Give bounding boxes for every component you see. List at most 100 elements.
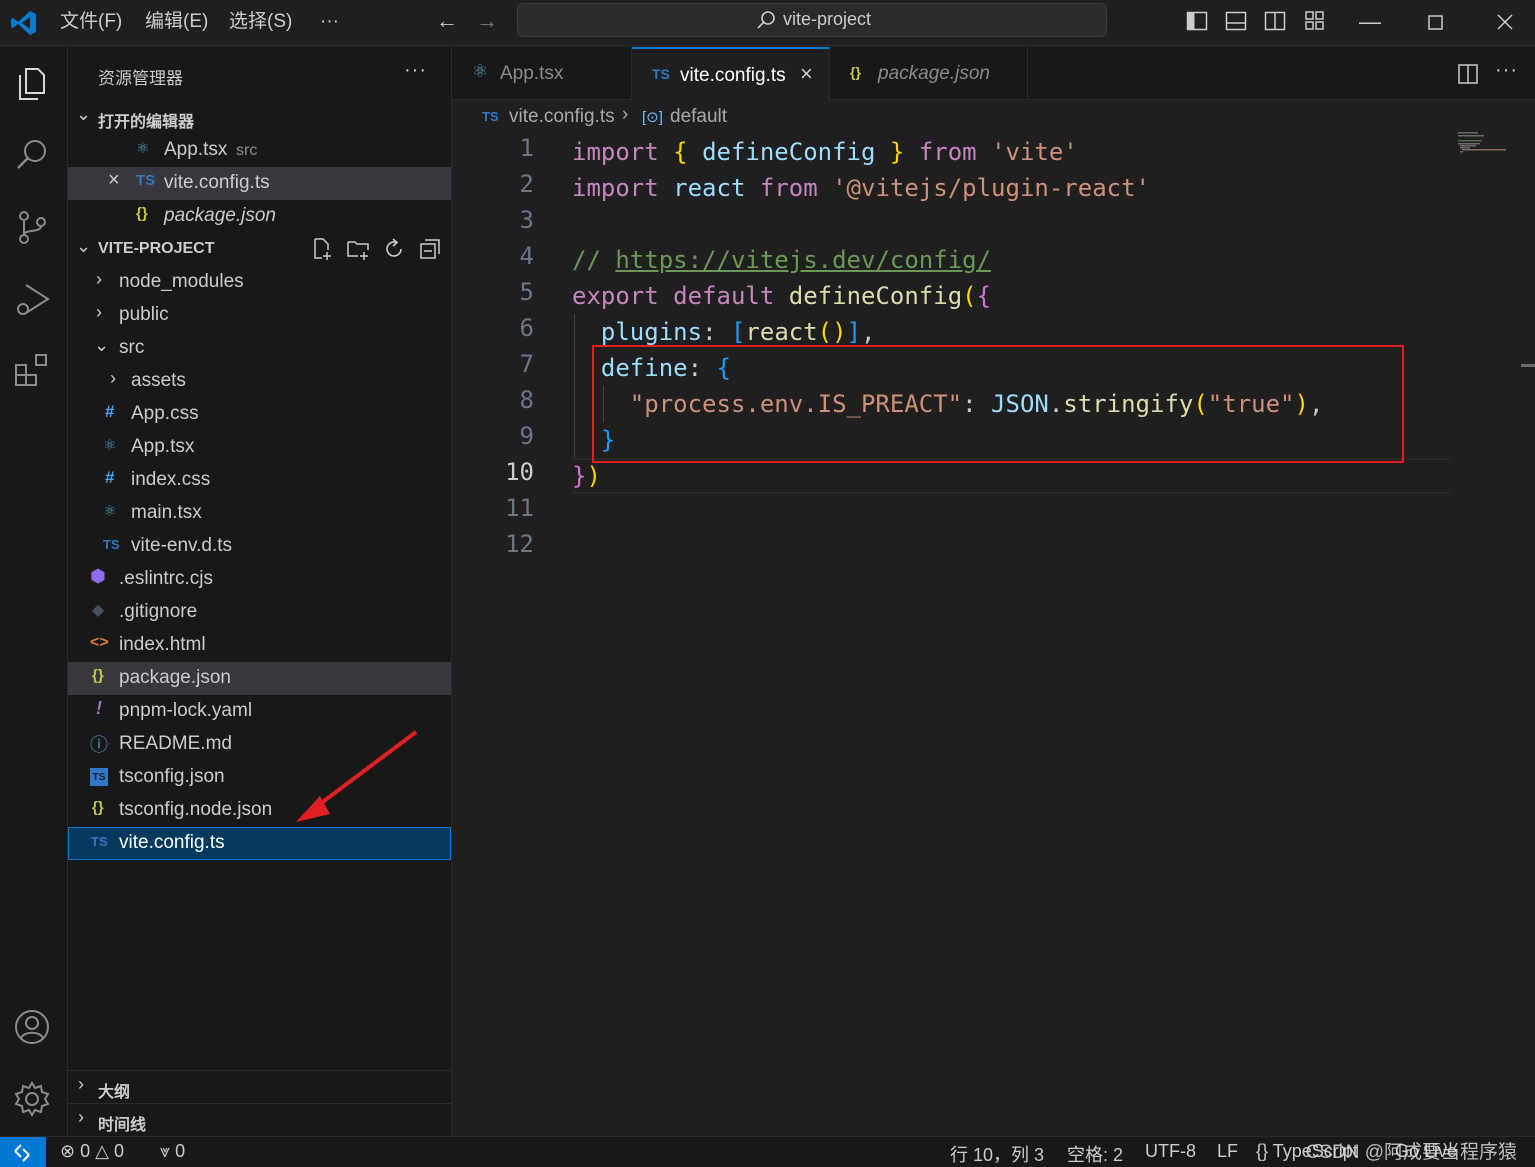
tree-label: README.md [119, 733, 232, 754]
tree-label: vite.config.ts [119, 832, 225, 853]
tab-label: vite.config.ts [680, 65, 786, 86]
breadcrumb-symbol[interactable]: default [670, 106, 727, 128]
tree-file[interactable]: ! pnpm-lock.yaml [68, 695, 451, 728]
tree-label: .eslintrc.cjs [119, 568, 213, 589]
react-icon: ⚛ [103, 503, 117, 520]
tree-file-selected[interactable]: TS vite.config.ts [68, 827, 451, 860]
menu-file[interactable]: 文件(F) [60, 0, 122, 46]
comment-link[interactable]: https://vitejs.dev/config/ [615, 246, 991, 274]
project-header[interactable]: ⌄ VITE-PROJECT [68, 233, 451, 266]
tree-folder[interactable]: › assets [68, 365, 451, 398]
collapse-all-icon[interactable] [418, 237, 442, 261]
manage-gear-icon[interactable] [12, 1079, 52, 1119]
tree-file[interactable]: ⬢ .eslintrc.cjs [68, 563, 451, 596]
close-window-icon[interactable] [1493, 10, 1517, 34]
customize-layout-icon[interactable] [1304, 10, 1326, 32]
tree-file[interactable]: ⚛ App.tsx [68, 431, 451, 464]
open-editor-item[interactable]: ⚛ App.tsx src [68, 134, 451, 167]
chevron-right-icon: › [96, 302, 102, 322]
open-editors-header[interactable]: ⌄ 打开的编辑器 [68, 101, 451, 134]
command-center-text: vite-project [783, 9, 872, 29]
warning-icon: △ [95, 1141, 109, 1161]
title-bar: 文件(F) 编辑(E) 选择(S) ··· ← → vite-project — [0, 0, 1535, 46]
typescript-icon: TS [482, 109, 499, 124]
tree-label: tsconfig.node.json [119, 799, 273, 820]
toggle-panel-icon[interactable] [1225, 10, 1247, 32]
open-editor-item[interactable]: × TS vite.config.ts [68, 167, 451, 200]
ports-indicator[interactable]: ⩔ 0 [160, 1141, 185, 1162]
cursor-position[interactable]: 行 10，列 3 [950, 1141, 1044, 1167]
more-actions-icon[interactable]: ··· [1495, 59, 1518, 82]
explorer-icon[interactable] [12, 63, 52, 103]
remote-indicator[interactable] [0, 1137, 46, 1167]
source-control-icon[interactable] [12, 207, 52, 247]
open-editor-desc: src [236, 142, 258, 159]
arrow-right-icon[interactable]: → [476, 8, 498, 34]
open-editor-item[interactable]: {} package.json [68, 200, 451, 233]
open-editor-label: App.tsx [164, 139, 228, 160]
tab-app-tsx[interactable]: ⚛ App.tsx [452, 47, 632, 100]
current-line-highlight [572, 458, 1450, 494]
accounts-icon[interactable] [12, 1007, 52, 1047]
menu-edit[interactable]: 编辑(E) [145, 0, 208, 46]
minimize-icon[interactable]: — [1356, 8, 1384, 36]
new-file-icon[interactable] [310, 237, 334, 261]
command-center-search[interactable]: vite-project [517, 3, 1107, 37]
tab-vite-config[interactable]: TS vite.config.ts × [632, 47, 830, 100]
typescript-icon: TS [136, 172, 156, 189]
tree-file[interactable]: # App.css [68, 398, 451, 431]
end-of-line[interactable]: LF [1217, 1141, 1238, 1162]
new-folder-icon[interactable] [346, 237, 370, 261]
refresh-icon[interactable] [382, 237, 406, 261]
encoding[interactable]: UTF-8 [1145, 1141, 1196, 1162]
tree-folder[interactable]: › public [68, 299, 451, 332]
project-name: VITE-PROJECT [98, 240, 215, 257]
maximize-icon[interactable] [1423, 10, 1447, 34]
tree-file[interactable]: ◆ .gitignore [68, 596, 451, 629]
chevron-right-icon: › [622, 104, 629, 125]
minimap[interactable] [1456, 130, 1516, 154]
menu-more[interactable]: ··· [320, 0, 339, 46]
tree-file[interactable]: {} package.json [68, 662, 451, 695]
open-editors-label: 打开的编辑器 [98, 114, 195, 131]
line-number-current: 10 [505, 458, 534, 486]
timeline-section-header[interactable]: › 时间线 [68, 1103, 451, 1136]
tree-file[interactable]: <> index.html [68, 629, 451, 662]
split-editor-icon[interactable] [1457, 63, 1479, 85]
explorer-sidebar: 资源管理器 ··· ⌄ 打开的编辑器 ⚛ App.tsx src × TS vi… [68, 47, 452, 1136]
line-number: 2 [519, 170, 534, 198]
toggle-primary-sidebar-icon[interactable] [1186, 10, 1208, 32]
problems-indicator[interactable]: ⊗ 0 △ 0 [60, 1141, 124, 1162]
tree-folder[interactable]: ⌄ src [68, 332, 451, 365]
line-number: 1 [519, 134, 534, 162]
code-line: }) [572, 462, 601, 490]
run-debug-icon[interactable] [12, 279, 52, 319]
remote-icon [14, 1144, 30, 1162]
typescript-icon: TS [103, 537, 120, 552]
breadcrumb-file[interactable]: vite.config.ts [509, 106, 615, 128]
line-number: 4 [519, 242, 534, 270]
react-icon: ⚛ [136, 140, 150, 157]
arrow-left-icon[interactable]: ← [436, 8, 458, 34]
code-line: import react from '@vitejs/plugin-react' [572, 174, 1150, 202]
code-editor[interactable]: 1 2 3 4 5 6 7 8 9 10 11 12 import { defi… [452, 134, 1535, 1136]
indentation[interactable]: 空格: 2 [1067, 1141, 1123, 1167]
close-icon[interactable]: × [108, 169, 120, 192]
toggle-secondary-sidebar-icon[interactable] [1264, 10, 1286, 32]
tree-file[interactable]: ⚛ main.tsx [68, 497, 451, 530]
extensions-icon[interactable] [12, 351, 52, 391]
chevron-right-icon: › [110, 368, 116, 388]
menu-selection[interactable]: 选择(S) [229, 0, 292, 46]
tree-file[interactable]: # index.css [68, 464, 451, 497]
outline-section-header[interactable]: › 大纲 [68, 1070, 451, 1103]
line-number: 3 [519, 206, 534, 234]
tree-file[interactable]: TS vite-env.d.ts [68, 530, 451, 563]
tree-folder[interactable]: › node_modules [68, 266, 451, 299]
search-icon [757, 11, 775, 29]
tab-label: package.json [878, 63, 990, 84]
tab-package-json[interactable]: {} package.json [830, 47, 1028, 100]
search-icon[interactable] [12, 135, 52, 175]
more-actions-icon[interactable]: ··· [404, 59, 427, 82]
close-icon[interactable]: × [800, 61, 813, 87]
tree-label: App.tsx [131, 436, 195, 457]
